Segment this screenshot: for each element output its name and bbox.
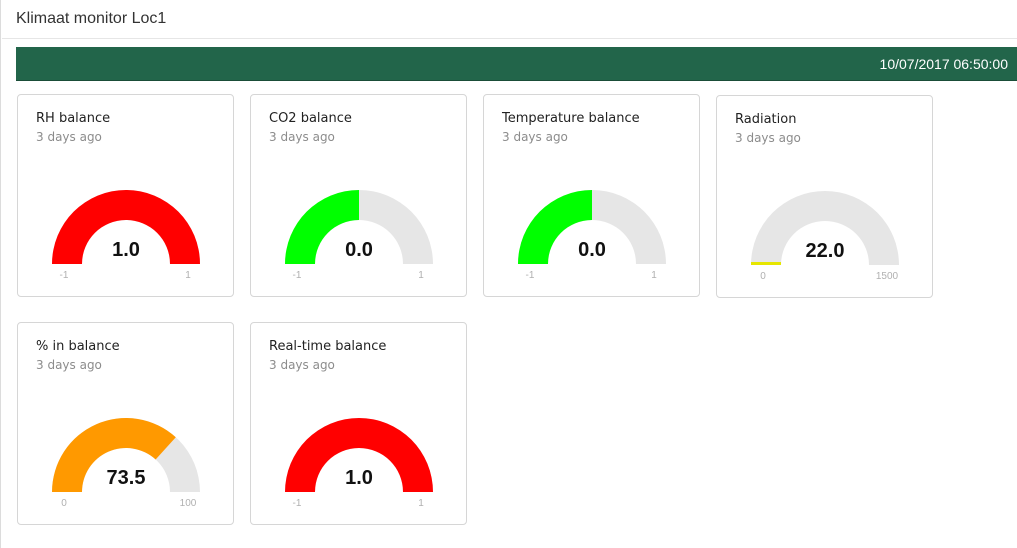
gauge-max-label: 1 <box>651 270 657 281</box>
gauge-min-label: 0 <box>760 271 766 282</box>
gauge-value: 1.0 <box>345 467 373 489</box>
gauge-fill <box>751 262 781 265</box>
gauge-value: 0.0 <box>578 239 606 261</box>
gauge-min-label: -1 <box>293 498 302 509</box>
widget-rh-balance[interactable]: RH balance 3 days ago 1.0 -1 1 <box>17 94 234 297</box>
title-bar: Klimaat monitor Loc1 <box>2 0 1017 39</box>
dashboard-frame: Klimaat monitor Loc1 10/07/2017 06:50:00… <box>0 0 1017 548</box>
gauge: 73.5 0 100 <box>52 418 200 509</box>
gauge-value: 1.0 <box>112 239 140 261</box>
gauge-value: 22.0 <box>806 240 845 262</box>
gauge-max-label: 1500 <box>876 271 899 282</box>
widget-radiation[interactable]: Radiation 3 days ago 22.0 0 1500 <box>716 95 933 298</box>
widget-temperature-balance[interactable]: Temperature balance 3 days ago 0.0 -1 1 <box>483 94 700 297</box>
gauge-value: 0.0 <box>345 239 373 261</box>
gauge-min-label: 0 <box>61 498 67 509</box>
gauge: 0.0 -1 1 <box>285 190 433 281</box>
gauge: 1.0 -1 1 <box>285 418 433 509</box>
gauge: 22.0 0 1500 <box>751 191 899 282</box>
gauge: 0.0 -1 1 <box>518 190 666 281</box>
gauge-max-label: 1 <box>418 498 424 509</box>
timestamp: 10/07/2017 06:50:00 <box>879 56 1008 72</box>
status-bar: 10/07/2017 06:50:00 <box>16 47 1017 81</box>
gauge-min-label: -1 <box>293 270 302 281</box>
gauge: 1.0 -1 1 <box>52 190 200 281</box>
gauge-max-label: 100 <box>180 498 197 509</box>
widget-realtime-balance[interactable]: Real-time balance 3 days ago 1.0 -1 1 <box>250 322 467 525</box>
gauge-max-label: 1 <box>185 270 191 281</box>
page-title: Klimaat monitor Loc1 <box>16 10 167 27</box>
gauge-min-label: -1 <box>60 270 69 281</box>
widget-co2-balance[interactable]: CO2 balance 3 days ago 0.0 -1 1 <box>250 94 467 297</box>
widget-percent-in-balance[interactable]: % in balance 3 days ago 73.5 0 100 <box>17 322 234 525</box>
gauge-max-label: 1 <box>418 270 424 281</box>
gauge-value: 73.5 <box>107 467 146 489</box>
gauge-min-label: -1 <box>526 270 535 281</box>
